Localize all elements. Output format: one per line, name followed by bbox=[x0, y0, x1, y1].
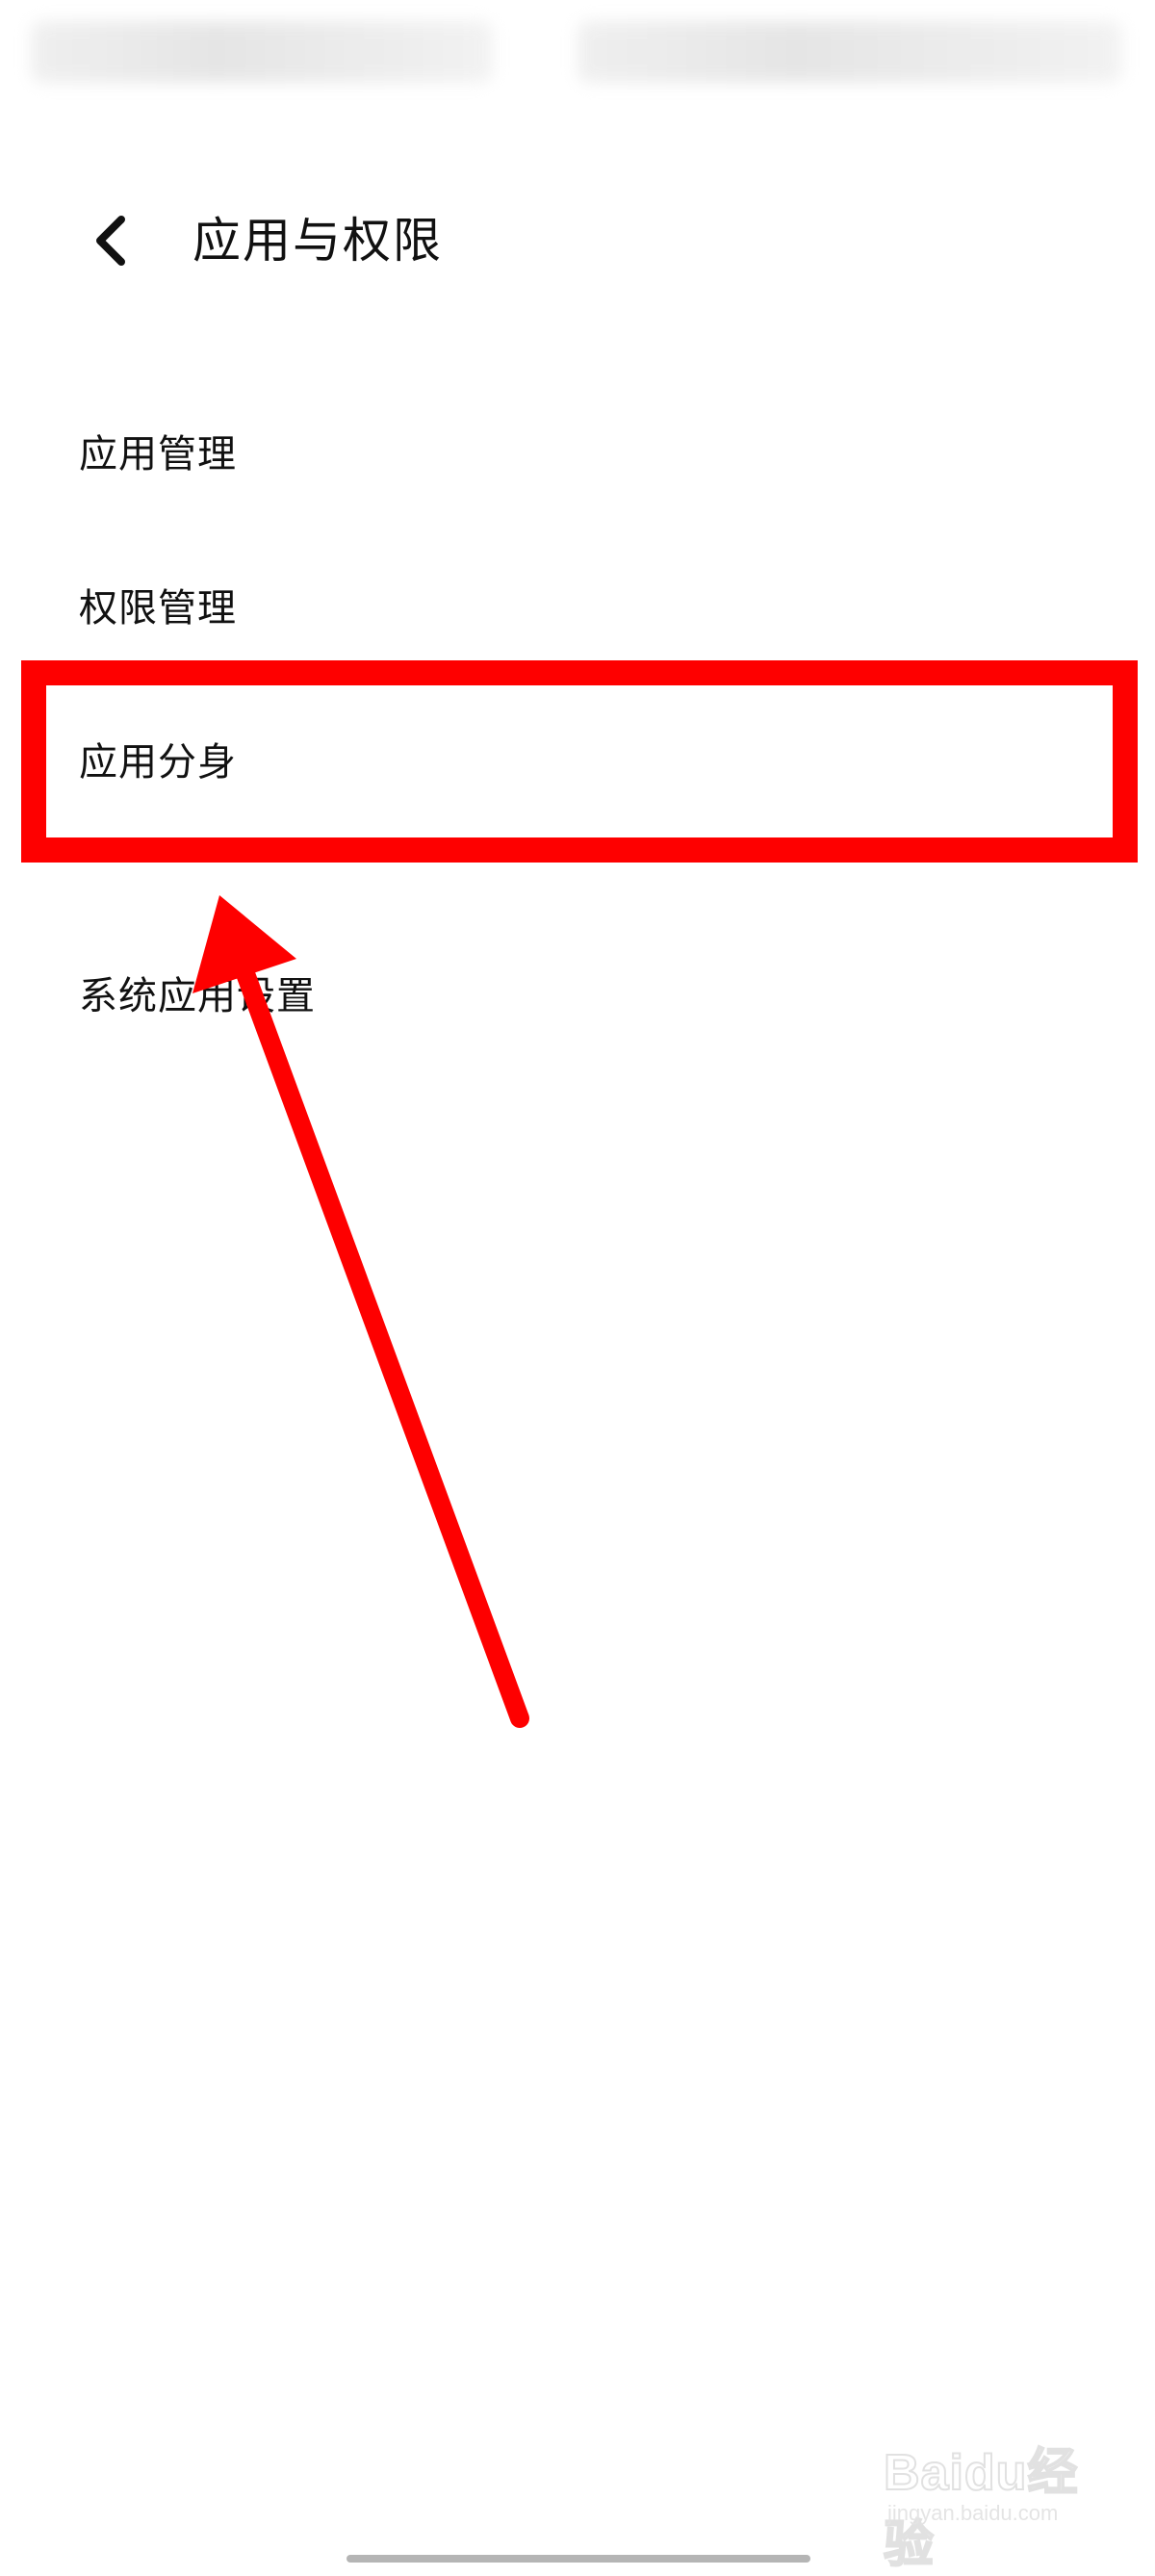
annotation-arrow bbox=[192, 895, 529, 1728]
baidu-jingyan-watermark: Baidu经验 jingyan.baidu.com bbox=[883, 2432, 1095, 2574]
page-title: 应用与权限 bbox=[192, 213, 443, 269]
app-header: 应用与权限 bbox=[0, 193, 1155, 289]
menu-item-label: 系统应用设置 bbox=[79, 974, 316, 1018]
chevron-left-icon bbox=[96, 216, 125, 266]
status-bar-left-blur bbox=[31, 21, 493, 83]
home-indicator[interactable] bbox=[346, 2555, 810, 2563]
status-bar-right-blur bbox=[578, 21, 1122, 83]
watermark-url: jingyan.baidu.com bbox=[887, 2501, 1059, 2525]
menu-item-permission-management[interactable]: 权限管理 bbox=[0, 551, 1155, 666]
menu-item-label: 应用管理 bbox=[79, 432, 237, 477]
menu-item-label: 权限管理 bbox=[79, 586, 237, 631]
menu-item-app-clone[interactable]: 应用分身 bbox=[0, 705, 1155, 820]
menu-item-system-app-settings[interactable]: 系统应用设置 bbox=[0, 939, 1155, 1054]
menu-item-label: 应用分身 bbox=[79, 740, 237, 785]
menu-item-app-management[interactable]: 应用管理 bbox=[0, 397, 1155, 512]
back-button[interactable] bbox=[79, 206, 141, 275]
